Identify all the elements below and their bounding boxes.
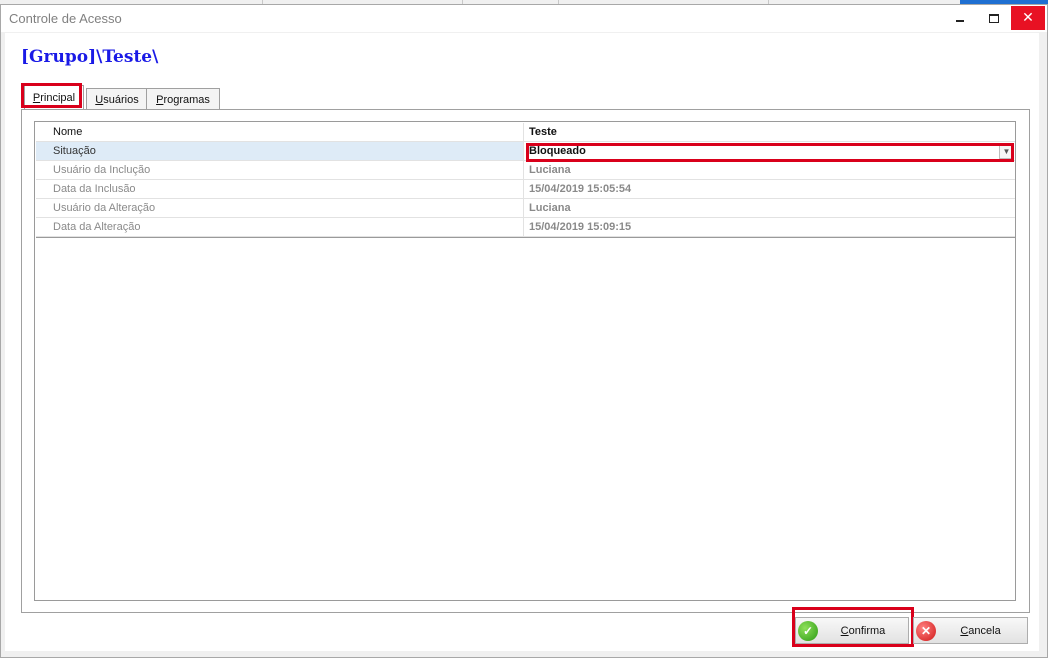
grid-row: Usuário da Alteração Luciana bbox=[36, 199, 1015, 218]
row-label: Data da Alteração bbox=[36, 218, 524, 236]
minimize-icon bbox=[956, 20, 964, 22]
page-title: [Grupo]\Teste\ bbox=[21, 47, 159, 67]
close-icon: ✕ bbox=[1022, 10, 1034, 26]
minimize-button[interactable] bbox=[943, 6, 977, 30]
grid-header-label: Nome bbox=[36, 123, 524, 141]
grid-row: Data da Inclusão 15/04/2019 15:05:54 bbox=[36, 180, 1015, 199]
maximize-icon bbox=[989, 13, 999, 23]
grid-row: Data da Alteração 15/04/2019 15:09:15 bbox=[36, 218, 1015, 237]
title-bar: Controle de Acesso ✕ bbox=[1, 5, 1047, 32]
grid-header-value: Teste bbox=[529, 126, 557, 138]
cancel-button[interactable]: ✕ Cancela bbox=[913, 617, 1028, 644]
row-value: Luciana bbox=[529, 164, 571, 176]
row-label: Usuário da Alteração bbox=[36, 199, 524, 217]
access-control-window: Controle de Acesso ✕ [Grupo]\Teste\ Prin… bbox=[0, 4, 1048, 658]
cancel-label: Cancela bbox=[960, 625, 1001, 637]
property-grid: Nome Teste Situação Bloqueado ▼ Usuário … bbox=[34, 121, 1016, 601]
highlight-situacao bbox=[526, 143, 1014, 162]
row-label: Data da Inclusão bbox=[36, 180, 524, 198]
row-label: Usuário da Inclução bbox=[36, 161, 524, 179]
window-title: Controle de Acesso bbox=[9, 11, 122, 26]
row-value: 15/04/2019 15:09:15 bbox=[529, 221, 632, 233]
tab-usuarios[interactable]: Usuários bbox=[86, 88, 148, 111]
tab-panel: Nome Teste Situação Bloqueado ▼ Usuário … bbox=[21, 109, 1030, 613]
dialog-content: [Grupo]\Teste\ Principal Usuários Progra… bbox=[5, 33, 1039, 651]
row-value: Luciana bbox=[529, 202, 571, 214]
tab-programas[interactable]: Programas bbox=[146, 88, 220, 111]
row-label: Situação bbox=[36, 142, 524, 160]
confirm-label: Confirma bbox=[840, 625, 886, 637]
grid-row: Usuário da Inclução Luciana bbox=[36, 161, 1015, 180]
grid-header-row: Nome Teste bbox=[36, 123, 1015, 142]
maximize-button[interactable] bbox=[977, 6, 1011, 30]
confirm-button[interactable]: ✓ Confirma bbox=[795, 617, 909, 644]
close-button[interactable]: ✕ bbox=[1011, 6, 1045, 30]
row-value: 15/04/2019 15:05:54 bbox=[529, 183, 632, 195]
highlight-tab-principal bbox=[21, 83, 82, 108]
